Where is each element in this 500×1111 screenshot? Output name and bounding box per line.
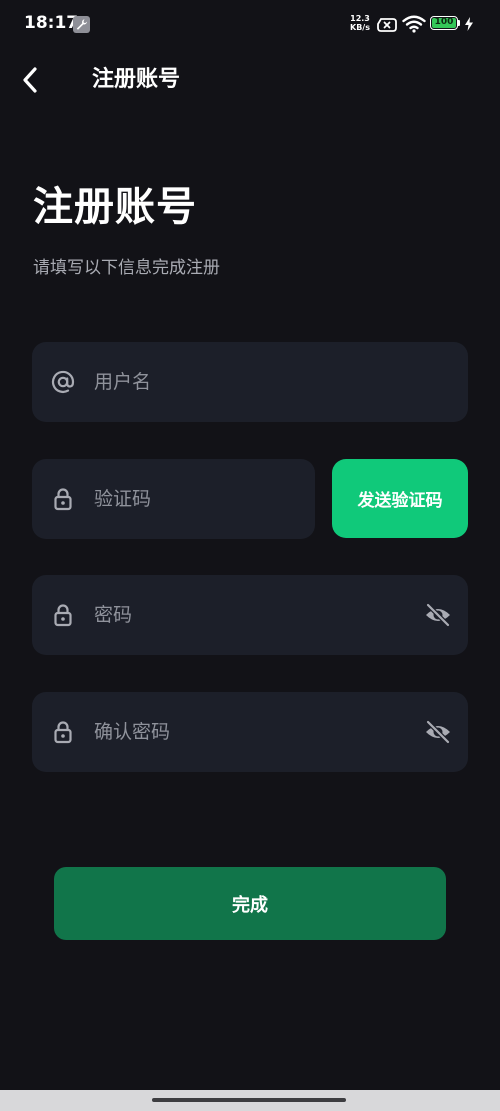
battery-tip bbox=[458, 20, 460, 26]
lock-icon bbox=[54, 488, 72, 511]
battery-level: 100 bbox=[432, 18, 456, 28]
verification-code-input[interactable] bbox=[94, 459, 253, 539]
password-field[interactable] bbox=[32, 575, 468, 655]
wrench-icon bbox=[73, 16, 90, 33]
chevron-left-icon bbox=[23, 67, 37, 93]
battery-icon: 100 bbox=[430, 16, 458, 30]
submit-button[interactable]: 完成 bbox=[54, 867, 446, 940]
page-subtitle: 请填写以下信息完成注册 bbox=[33, 258, 220, 278]
password-input[interactable] bbox=[94, 575, 406, 655]
eye-off-icon[interactable] bbox=[424, 602, 452, 628]
network-speed: 12.3 KB/s bbox=[348, 14, 372, 32]
app-bar-title: 注册账号 bbox=[92, 67, 181, 92]
wifi-icon bbox=[402, 15, 426, 37]
lock-icon bbox=[54, 604, 72, 627]
eye-off-icon[interactable] bbox=[424, 719, 452, 745]
status-bar: 18:17 12.3 KB/s 100 bbox=[0, 0, 500, 48]
system-nav-bar bbox=[0, 1090, 500, 1111]
username-field[interactable] bbox=[32, 342, 468, 422]
home-indicator[interactable] bbox=[152, 1098, 346, 1102]
back-button[interactable] bbox=[12, 60, 48, 100]
network-speed-value: 12.3 bbox=[350, 14, 370, 23]
lock-icon bbox=[54, 721, 72, 744]
send-code-button[interactable]: 发送验证码 bbox=[332, 459, 468, 538]
page-title: 注册账号 bbox=[33, 184, 197, 230]
at-sign-icon bbox=[51, 370, 75, 394]
verification-code-field[interactable] bbox=[32, 459, 315, 539]
network-speed-unit: KB/s bbox=[350, 23, 370, 32]
confirm-password-input[interactable] bbox=[94, 692, 406, 772]
status-time: 18:17 bbox=[24, 13, 79, 33]
charging-icon bbox=[464, 16, 474, 35]
username-input[interactable] bbox=[94, 342, 406, 422]
no-sim-icon bbox=[377, 17, 397, 36]
confirm-password-field[interactable] bbox=[32, 692, 468, 772]
